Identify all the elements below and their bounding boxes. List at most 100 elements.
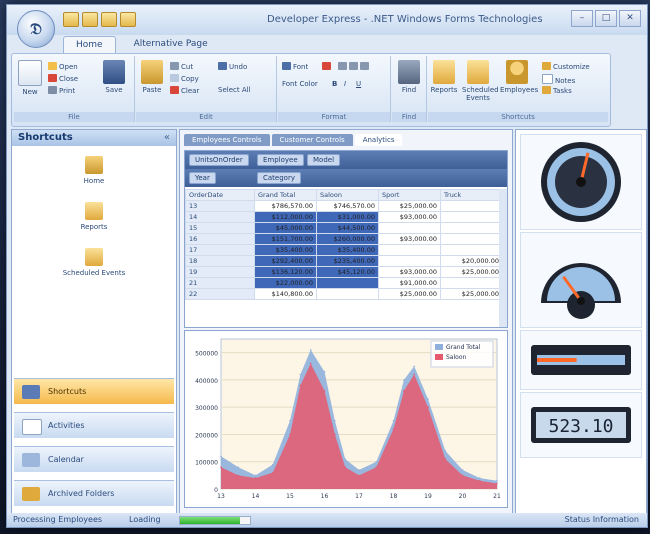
pivot-cell[interactable]: $112,000.00 (254, 211, 317, 223)
pivot-cell[interactable] (440, 200, 503, 212)
pivot-cell[interactable] (316, 288, 379, 300)
pivot-field[interactable]: Employee (257, 154, 304, 166)
undo-icon[interactable] (82, 12, 98, 27)
table-row[interactable]: 21 $22,000.00 $91,000.00 (185, 277, 503, 289)
pivot-row-header[interactable]: OrderDate (185, 189, 255, 201)
pivot-cell[interactable]: $31,000.00 (316, 211, 379, 223)
pivot-cell[interactable] (378, 255, 441, 267)
tasks-button[interactable]: Tasks (542, 86, 572, 95)
find-button[interactable]: Find (395, 60, 423, 94)
shortcut-home[interactable]: Home (12, 156, 176, 185)
pivot-cell[interactable]: $93,000.00 (378, 211, 441, 223)
reports-button[interactable]: Reports (430, 60, 458, 94)
pivot-cell[interactable]: $25,000.00 (440, 288, 503, 300)
pivot-cell[interactable]: $91,000.00 (378, 277, 441, 289)
pivot-row-key[interactable]: 21 (185, 277, 255, 289)
close-file-button[interactable]: Close (48, 74, 78, 83)
pivot-field[interactable]: Category (257, 172, 301, 184)
pivot-field[interactable]: Model (307, 154, 341, 166)
pivot-cell[interactable]: $44,500.00 (316, 222, 379, 234)
cut-button[interactable]: Cut (170, 62, 193, 71)
table-row[interactable]: 14 $112,000.00 $31,000.00 $93,000.00 (185, 211, 503, 223)
pivot-cell[interactable] (440, 222, 503, 234)
pivot-cell[interactable]: $151,700.00 (254, 233, 317, 245)
nav-activities[interactable]: Activities (14, 412, 174, 438)
tab-customer-controls[interactable]: Customer Controls (271, 134, 353, 146)
bold-button[interactable]: B (332, 80, 337, 88)
pivot-row-key[interactable]: 17 (185, 244, 255, 256)
clear-button[interactable]: Clear (170, 86, 199, 95)
pivot-cell[interactable]: $260,000.00 (316, 233, 379, 245)
align-buttons[interactable] (338, 62, 371, 71)
tab-alternative-page[interactable]: Alternative Page (122, 36, 220, 53)
shortcut-reports[interactable]: Reports (12, 202, 176, 231)
underline-button[interactable]: U (356, 80, 361, 88)
customize-button[interactable]: Customize (542, 62, 590, 71)
shortcut-scheduled-events[interactable]: Scheduled Events (12, 248, 176, 277)
pivot-scrollbar[interactable] (499, 189, 507, 327)
pivot-field[interactable]: Year (189, 172, 216, 184)
table-row[interactable]: 13 $786,570.00 $746,570.00 $25,000.00 (185, 200, 503, 212)
pivot-row-key[interactable]: 22 (185, 288, 255, 300)
pivot-cell[interactable] (440, 277, 503, 289)
pivot-cell[interactable] (440, 233, 503, 245)
print-icon[interactable] (120, 12, 136, 27)
pivot-cell[interactable]: $25,000.00 (440, 266, 503, 278)
table-row[interactable]: 16 $151,700.00 $260,000.00 $93,000.00 (185, 233, 503, 245)
table-row[interactable]: 18 $292,400.00 $235,400.00 $20,000.00 (185, 255, 503, 267)
close-button[interactable]: ✕ (619, 10, 641, 27)
font-button[interactable]: Font (282, 62, 308, 71)
open-button[interactable]: Open (48, 62, 78, 71)
copy-button[interactable]: Copy (170, 74, 199, 83)
pivot-cell[interactable]: $35,400.00 (254, 244, 317, 256)
pivot-cell[interactable]: $25,000.00 (378, 288, 441, 300)
pivot-cell[interactable]: $45,000.00 (254, 222, 317, 234)
application-menu-button[interactable]: 𝔇 (17, 10, 55, 48)
pivot-cell[interactable]: $140,800.00 (254, 288, 317, 300)
pane-collapse-icon[interactable]: « (164, 130, 170, 146)
pivot-cell[interactable]: $25,000.00 (378, 200, 441, 212)
font-color-label-button[interactable]: Font Color (282, 80, 318, 88)
pivot-cell[interactable] (378, 244, 441, 256)
pivot-cell[interactable]: $235,400.00 (316, 255, 379, 267)
pivot-row-key[interactable]: 16 (185, 233, 255, 245)
undo-button[interactable]: Undo (218, 62, 247, 71)
pivot-cell[interactable] (378, 222, 441, 234)
pivot-cell[interactable]: $20,000.00 (440, 255, 503, 267)
pivot-row-key[interactable]: 13 (185, 200, 255, 212)
employees-button[interactable]: Employees (500, 60, 538, 94)
pivot-cell[interactable]: $93,000.00 (378, 233, 441, 245)
minimize-button[interactable]: – (571, 10, 593, 27)
italic-button[interactable]: I (344, 80, 346, 88)
save-button[interactable]: Save (100, 60, 128, 94)
pivot-field[interactable]: UnitsOnOrder (189, 154, 249, 166)
pivot-cell[interactable] (316, 277, 379, 289)
table-row[interactable]: 22 $140,800.00 $25,000.00 $25,000.00 (185, 288, 503, 300)
tab-analytics[interactable]: Analytics (354, 134, 403, 146)
maximize-button[interactable]: □ (595, 10, 617, 27)
pivot-cell[interactable]: $292,400.00 (254, 255, 317, 267)
pivot-column-header[interactable]: Grand Total (254, 189, 317, 201)
pivot-cell[interactable]: $22,000.00 (254, 277, 317, 289)
font-color-button[interactable] (322, 62, 333, 71)
pivot-row-key[interactable]: 15 (185, 222, 255, 234)
tab-employees-controls[interactable]: Employees Controls (184, 134, 270, 146)
print-button[interactable]: Print (48, 86, 75, 95)
pivot-cell[interactable]: $746,570.00 (316, 200, 379, 212)
pivot-cell[interactable] (440, 211, 503, 223)
redo-icon[interactable] (101, 12, 117, 27)
nav-calendar[interactable]: Calendar (14, 446, 174, 472)
new-button[interactable]: New (16, 60, 44, 96)
pivot-row-key[interactable]: 19 (185, 266, 255, 278)
scheduled-events-button[interactable]: Scheduled Events (462, 60, 499, 102)
table-row[interactable]: 17 $35,400.00 $35,400.00 (185, 244, 503, 256)
select-all-button[interactable]: Select All (218, 86, 251, 94)
pivot-row-key[interactable]: 18 (185, 255, 255, 267)
table-row[interactable]: 19 $136,120.00 $45,120.00 $93,000.00 $25,000… (185, 266, 503, 278)
pivot-cell[interactable]: $35,400.00 (316, 244, 379, 256)
save-icon[interactable] (63, 12, 79, 27)
nav-shortcuts[interactable]: Shortcuts (14, 378, 174, 404)
paste-button[interactable]: Paste (138, 60, 166, 94)
pivot-column-header[interactable]: Saloon (316, 189, 379, 201)
tab-home[interactable]: Home (63, 36, 116, 53)
